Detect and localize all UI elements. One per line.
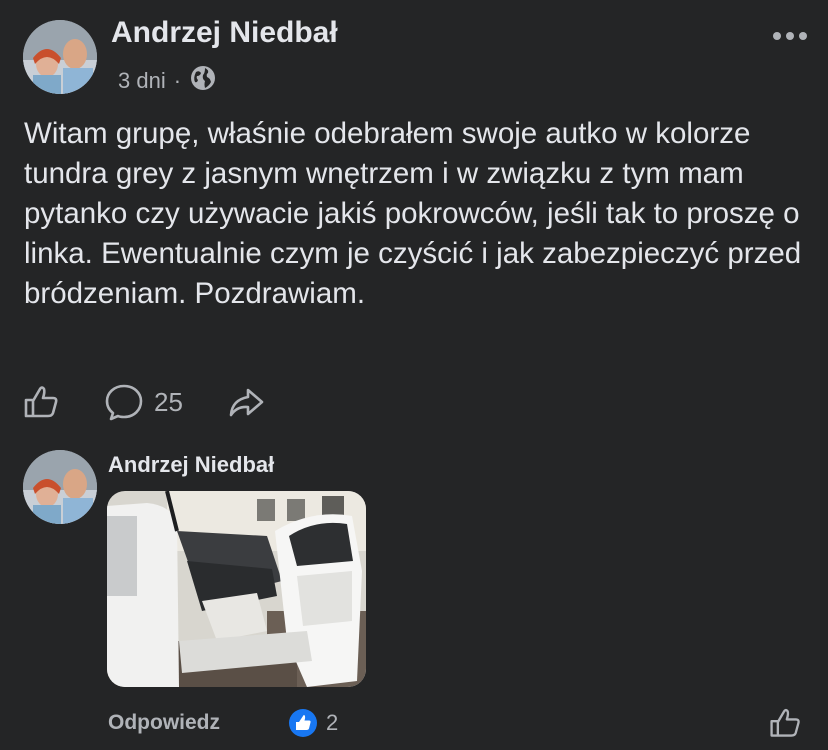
comment-count: 25 xyxy=(154,386,183,417)
meta-separator: · xyxy=(173,68,182,93)
post-header: Andrzej Niedbał 3 dni · xyxy=(0,0,828,110)
more-dots-icon xyxy=(773,32,807,40)
thumbs-up-icon xyxy=(24,386,58,418)
post-actions: 25 xyxy=(0,380,828,424)
car-interior-photo[interactable] xyxy=(107,491,366,687)
reply-link[interactable]: Odpowiedz xyxy=(108,711,220,735)
comment-bubble-icon xyxy=(105,384,143,421)
comment-button[interactable]: 25 xyxy=(104,380,183,424)
globe-icon xyxy=(189,64,217,98)
post-meta: 3 dni · xyxy=(118,64,217,98)
post-text: Witam grupę, właśnie odebrałem swoje aut… xyxy=(24,117,802,310)
more-options-button[interactable] xyxy=(770,24,810,48)
thumbs-up-icon xyxy=(770,708,800,737)
share-button[interactable] xyxy=(227,380,265,424)
comment-author-avatar[interactable] xyxy=(23,450,97,524)
share-arrow-icon xyxy=(229,388,264,417)
reaction-count: 2 xyxy=(326,710,339,735)
author-avatar[interactable] xyxy=(23,20,97,94)
comment-reactions[interactable]: 2 xyxy=(288,708,338,738)
comment: Andrzej Niedbał Odpowiedz 2 xyxy=(0,440,828,750)
like-reaction-icon xyxy=(289,709,317,737)
like-button[interactable] xyxy=(22,380,60,424)
author-name[interactable]: Andrzej Niedbał xyxy=(111,16,338,50)
comment-author-name[interactable]: Andrzej Niedbał xyxy=(108,452,274,478)
post-time[interactable]: 3 dni xyxy=(118,68,166,94)
comment-like-button[interactable] xyxy=(768,706,802,740)
